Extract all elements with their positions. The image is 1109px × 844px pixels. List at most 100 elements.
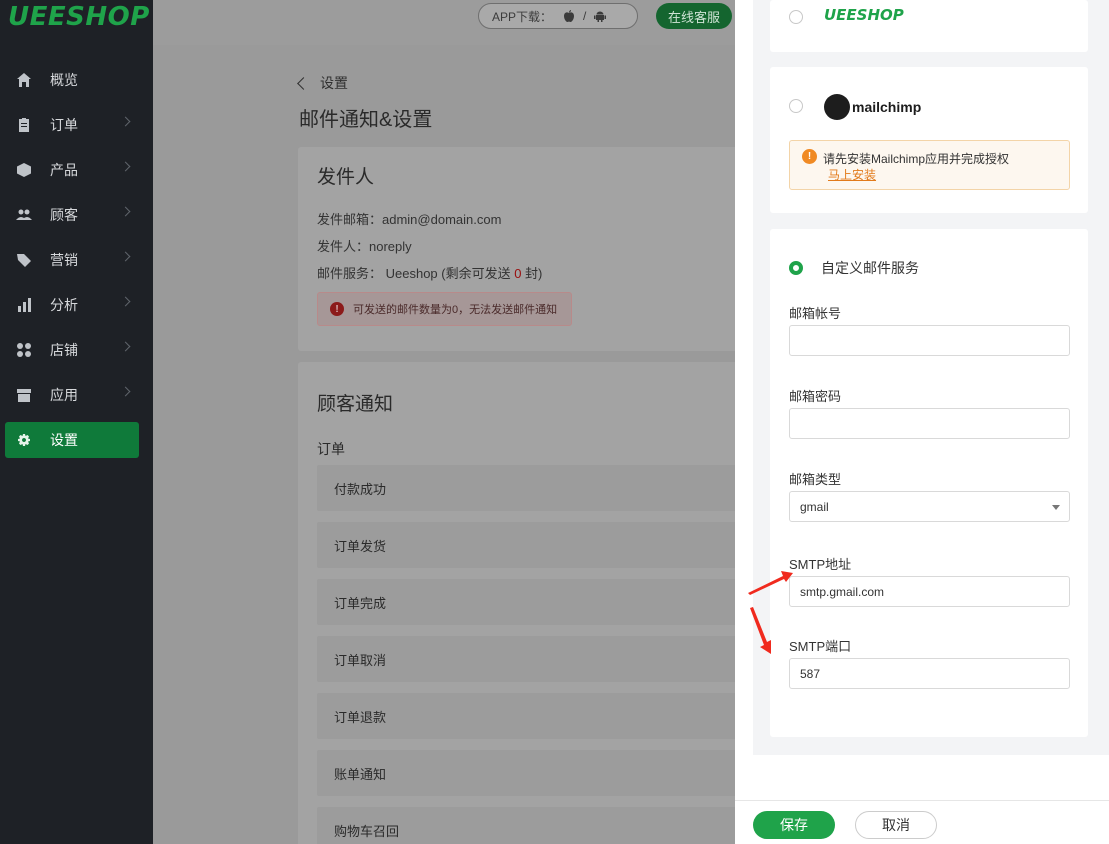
- sidebar-item-label: 概览: [50, 72, 78, 88]
- mail-type-label: 邮箱类型: [789, 472, 842, 487]
- sidebar: UEESHOP 概览 订单 产品 顾客 营销 分析 店铺 应用 设置: [0, 0, 153, 844]
- mailchimp-warning-text: 请先安装Mailchimp应用并完成授权: [823, 152, 1010, 166]
- option-ueeshop[interactable]: UEESHOP: [770, 0, 1088, 52]
- notify-row[interactable]: 订单取消: [317, 636, 735, 682]
- customer-notify-panel: 顾客通知 订单 付款成功 订单发货 订单完成 订单取消 订单退款 账单通知 购物…: [298, 362, 735, 844]
- app-download-label: APP下载：: [492, 9, 553, 24]
- cancel-button[interactable]: 取消: [855, 811, 937, 839]
- option-custom[interactable]: 自定义邮件服务 邮箱帐号 邮箱密码 邮箱类型 gmail SMTP地址 SMTP…: [770, 229, 1088, 737]
- radio-custom[interactable]: [789, 261, 803, 275]
- password-label: 邮箱密码: [789, 389, 842, 404]
- users-icon: [16, 207, 32, 223]
- online-support-button[interactable]: 在线客服: [656, 3, 732, 29]
- customer-notify-heading: 顾客通知: [317, 394, 394, 415]
- sidebar-item-label: 设置: [50, 432, 78, 448]
- sidebar-item-overview[interactable]: 概览: [5, 62, 139, 98]
- account-input[interactable]: [789, 325, 1070, 356]
- sidebar-item-customers[interactable]: 顾客: [5, 197, 139, 233]
- clipboard-icon: [16, 117, 32, 133]
- mail-service: 邮件服务： Ueeshop (剩余可发送 0 封): [317, 263, 542, 282]
- drawer-footer: 保存 取消: [735, 800, 1109, 844]
- orders-section-label: 订单: [317, 441, 345, 457]
- annotation-arrow-icon: [748, 571, 793, 595]
- apple-icon[interactable]: [562, 9, 576, 23]
- notify-row[interactable]: 付款成功: [317, 465, 735, 511]
- mail-service-suffix: 封): [521, 266, 543, 281]
- sidebar-item-label: 产品: [50, 162, 78, 178]
- chevron-right-icon: [120, 116, 131, 127]
- sidebar-item-analytics[interactable]: 分析: [5, 287, 139, 323]
- sidebar-item-label: 订单: [50, 117, 78, 133]
- cube-icon: [16, 162, 32, 178]
- notify-row[interactable]: 购物车召回: [317, 807, 735, 844]
- chevron-right-icon: [120, 296, 131, 307]
- page-title: 邮件通知&设置: [299, 109, 433, 131]
- smtp-address-label: SMTP地址: [789, 557, 852, 572]
- chevron-right-icon: [120, 206, 131, 217]
- app-download-pill[interactable]: APP下载： /: [478, 3, 638, 29]
- sidebar-item-label: 营销: [50, 252, 78, 268]
- custom-service-label: 自定义邮件服务: [821, 260, 919, 276]
- breadcrumb[interactable]: 设置: [297, 73, 348, 93]
- password-input[interactable]: [789, 408, 1070, 439]
- store-icon: [16, 387, 32, 403]
- sidebar-item-label: 顾客: [50, 207, 78, 223]
- breadcrumb-label[interactable]: 设置: [320, 73, 348, 93]
- save-button[interactable]: 保存: [753, 811, 835, 839]
- chevron-right-icon: [120, 161, 131, 172]
- main-content: APP下载： / 在线客服 设置 邮件通知&设置 发件人 发件邮箱：admin@…: [153, 0, 735, 844]
- sidebar-item-label: 分析: [50, 297, 78, 313]
- sender-email: 发件邮箱：admin@domain.com: [317, 212, 502, 227]
- chevron-right-icon: [120, 341, 131, 352]
- back-chevron-icon[interactable]: [297, 76, 310, 90]
- sidebar-item-orders[interactable]: 订单: [5, 107, 139, 143]
- mailchimp-wordmark: mailchimp: [852, 99, 922, 115]
- sender-panel: 发件人 发件邮箱：admin@domain.com 发件人：noreply 邮件…: [298, 147, 735, 351]
- sidebar-item-label: 应用: [50, 387, 78, 403]
- error-icon: !: [330, 302, 344, 316]
- sidebar-item-marketing[interactable]: 营销: [5, 242, 139, 278]
- option-mailchimp[interactable]: mailchimp ! 请先安装Mailchimp应用并完成授权 马上安装: [770, 67, 1088, 213]
- app-separator: /: [583, 9, 587, 23]
- sidebar-item-settings[interactable]: 设置: [5, 422, 139, 458]
- sender-name: 发件人：noreply: [317, 239, 412, 254]
- android-icon[interactable]: [593, 9, 607, 23]
- home-icon: [16, 72, 32, 88]
- drawer-body: UEESHOP mailchimp ! 请先安装Mailchimp应用并完成授权…: [753, 0, 1109, 755]
- bar-chart-icon: [16, 297, 32, 313]
- mail-service-drawer: UEESHOP mailchimp ! 请先安装Mailchimp应用并完成授权…: [735, 0, 1109, 844]
- annotation-arrow-icon: [750, 607, 771, 654]
- sidebar-item-products[interactable]: 产品: [5, 152, 139, 188]
- quota-alert-text: 可发送的邮件数量为0，无法发送邮件通知: [353, 304, 558, 316]
- smtp-address-input[interactable]: [789, 576, 1070, 607]
- install-now-link[interactable]: 马上安装: [828, 166, 876, 183]
- notify-row[interactable]: 订单退款: [317, 693, 735, 739]
- gear-icon: [16, 432, 32, 448]
- chevron-right-icon: [120, 386, 131, 397]
- notify-row[interactable]: 订单发货: [317, 522, 735, 568]
- grid-icon: [16, 342, 32, 358]
- mail-type-value: gmail: [800, 499, 829, 514]
- warning-icon: !: [802, 149, 817, 164]
- mailchimp-logo: mailchimp: [824, 94, 921, 120]
- tag-icon: [16, 252, 32, 268]
- chevron-right-icon: [120, 251, 131, 262]
- smtp-port-input[interactable]: [789, 658, 1070, 689]
- sidebar-item-label: 店铺: [50, 342, 78, 358]
- notify-row[interactable]: 订单完成: [317, 579, 735, 625]
- radio-mailchimp[interactable]: [789, 99, 803, 113]
- mail-service-prefix: 邮件服务： Ueeshop (剩余可发送: [317, 266, 515, 281]
- smtp-port-label: SMTP端口: [789, 639, 852, 654]
- sidebar-item-apps[interactable]: 应用: [5, 377, 139, 413]
- mailchimp-warning: ! 请先安装Mailchimp应用并完成授权 马上安装: [789, 140, 1070, 190]
- ueeshop-logo: UEESHOP: [824, 6, 904, 24]
- mail-type-select[interactable]: gmail: [789, 491, 1070, 522]
- quota-alert: ! 可发送的邮件数量为0，无法发送邮件通知: [317, 292, 572, 326]
- top-bar: APP下载： / 在线客服: [153, 0, 735, 45]
- caret-down-icon: [1052, 505, 1060, 510]
- sender-heading: 发件人: [317, 167, 375, 188]
- radio-ueeshop[interactable]: [789, 10, 803, 24]
- sidebar-item-store[interactable]: 店铺: [5, 332, 139, 368]
- notify-row[interactable]: 账单通知: [317, 750, 735, 796]
- logo[interactable]: UEESHOP: [8, 2, 150, 32]
